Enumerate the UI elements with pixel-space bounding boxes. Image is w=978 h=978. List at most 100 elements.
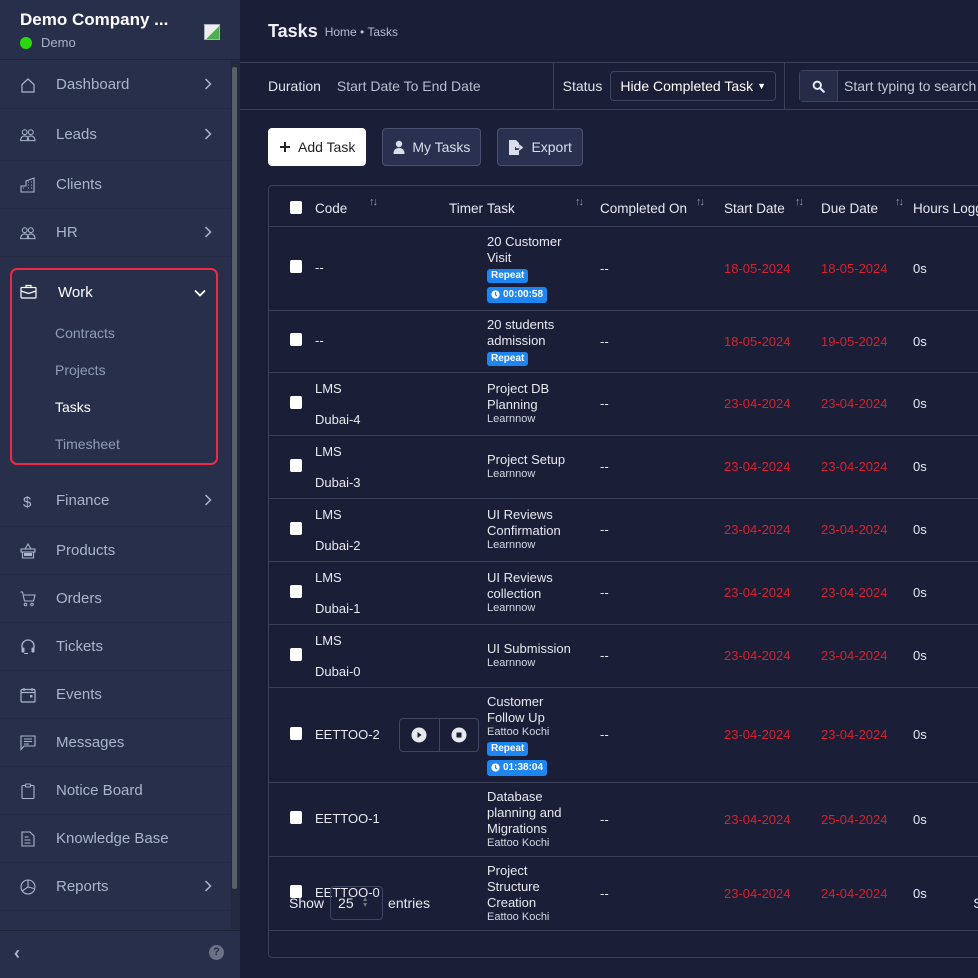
task-cell[interactable]: Database planning and Migrations Eattoo Koc… [487,782,600,857]
sort-icon[interactable]: ↑↓ [696,196,705,208]
sidebar-item-leads[interactable]: Leads [0,109,232,161]
select-all-checkbox[interactable] [290,200,302,214]
row-select-cell [269,782,315,857]
sidebar-subitem-tasks[interactable]: Tasks [12,388,216,425]
sidebar-item-notice-board[interactable]: Notice Board [0,767,232,815]
task-cell[interactable]: UI Submission Learnnow [487,624,600,688]
sidebar-item-label: Notice Board [56,782,143,799]
start-date-cell: 23-04-2024 [724,624,821,688]
task-code-line: LMS [315,443,342,459]
column-start-date[interactable]: Start Date ↑↓ [724,186,821,227]
sidebar-item-reports[interactable]: Reports [0,863,232,911]
sidebar-item-work[interactable]: Work [12,270,216,314]
running-timer-value: 01:38:04 [503,761,544,773]
table-row[interactable]: LMS Dubai-0 UI Submission Learnnow -- 23-04-2… [269,624,978,688]
hours-logged-cell: 0s [913,782,978,857]
sidebar-item-products[interactable]: Products [0,527,232,575]
main-content: Tasks Home • Tasks Duration Start Date T… [240,0,978,978]
dollar-icon: $ [20,493,36,509]
sidebar-item-label: Leads [56,126,97,143]
task-cell[interactable]: UI Reviews collection Learnnow [487,561,600,625]
hours-logged-cell: 0s [913,498,978,562]
row-checkbox[interactable] [290,521,302,535]
sort-icon[interactable]: ↑↓ [575,196,584,208]
breadcrumb[interactable]: Home • Tasks [325,25,398,39]
row-checkbox[interactable] [290,333,302,346]
start-timer-button[interactable] [400,718,440,751]
table-row[interactable]: EETTOO-2 Customer Follow Up Eattoo Kochi Rep… [269,687,978,783]
row-checkbox[interactable] [290,726,302,740]
export-button[interactable]: Export [497,128,583,166]
sidebar-item-finance[interactable]: $ Finance [0,475,232,527]
page-length-select[interactable]: 25 ▲ ▼ [330,886,384,920]
table-row[interactable]: LMS Dubai-4 Project DB Planning Learnnow -- 23… [269,372,978,436]
sidebar-subitem-projects[interactable]: Projects [12,351,216,388]
stop-timer-button[interactable] [440,719,479,751]
table-row[interactable]: LMS Dubai-3 Project Setup Learnnow -- 23-04-2… [269,435,978,499]
home-icon [20,77,36,93]
table-row[interactable]: -- 20 students admission Repeat -- 18-05-2024… [269,310,978,373]
sidebar-item-tickets[interactable]: Tickets [0,623,232,671]
sort-icon[interactable]: ↑↓ [369,196,378,208]
search-input[interactable] [838,78,978,94]
sidebar-item-messages[interactable]: Messages [0,719,232,767]
task-cell[interactable]: 20 students admission Repeat [487,310,600,373]
row-checkbox[interactable] [290,458,302,472]
scroll-thumb[interactable] [232,67,237,889]
start-date-cell: 23-04-2024 [724,435,821,499]
help-icon[interactable]: ? [209,945,224,960]
sidebar-item-orders[interactable]: Orders [0,575,232,623]
column-due-date[interactable]: Due Date ↑↓ [821,186,913,227]
message-icon [20,734,36,751]
row-checkbox[interactable] [290,260,302,273]
timer-cell [395,310,487,373]
column-code[interactable]: Code ↑↓ [315,186,395,227]
row-checkbox[interactable] [290,647,302,661]
row-checkbox[interactable] [290,395,302,409]
table-row[interactable]: LMS Dubai-1 UI Reviews collection Learnnow --… [269,561,978,625]
task-cell[interactable]: Project Setup Learnnow [487,435,600,499]
collapse-sidebar-icon[interactable]: ‹ [14,943,20,964]
task-cell[interactable]: Project DB Planning Learnnow [487,372,600,436]
sidebar-item-knowledge-base[interactable]: Knowledge Base [0,815,232,863]
task-cell[interactable]: Customer Follow Up Eattoo Kochi Repeat 01:38… [487,687,600,783]
chevron-right-icon [204,879,212,895]
task-cell[interactable]: UI Reviews Confirmation Learnnow [487,498,600,562]
sidebar-scrollbar[interactable] [231,61,240,929]
sidebar-item-dashboard[interactable]: Dashboard [0,61,232,109]
task-cell[interactable]: 20 Customer Visit Repeat 00:00:58 [487,226,600,311]
task-name-line: Planning [487,397,538,412]
row-checkbox[interactable] [290,811,302,824]
table-row[interactable]: -- 20 Customer Visit Repeat 00:00:58 -- 18-05-… [269,226,978,311]
sidebar: Demo Company ... Demo Dashboard Leads Clie… [0,0,240,978]
status-filter: Status Hide Completed Task ▼ [554,63,785,109]
task-code-line: LMS [315,380,342,396]
add-task-button[interactable]: Add Task [268,128,367,166]
clock-icon [491,290,500,299]
task-project: Eattoo Kochi [487,725,550,738]
my-tasks-button[interactable]: My Tasks [382,128,482,166]
sidebar-subitem-timesheet[interactable]: Timesheet [12,425,216,462]
task-project: Eattoo Kochi [487,836,550,849]
sidebar-item-clients[interactable]: Clients [0,161,232,209]
status-select[interactable]: Hide Completed Task ▼ [610,71,777,101]
column-hours-logged[interactable]: Hours Logged [913,186,978,227]
table-row[interactable]: LMS Dubai-2 UI Reviews Confirmation Learnnow… [269,498,978,562]
column-task[interactable]: Task ↑↓ [487,186,600,227]
sidebar-item-hr[interactable]: HR [0,209,232,257]
basket-icon [20,542,36,559]
sidebar-item-events[interactable]: Events [0,671,232,719]
sidebar-subitem-contracts[interactable]: Contracts [12,314,216,351]
code-cell: EETTOO-1 [315,782,395,857]
users-icon [20,225,36,241]
column-completed-on[interactable]: Completed On ↑↓ [600,186,724,227]
page-header: Tasks Home • Tasks [240,0,978,62]
timer-cell [395,498,487,562]
sort-icon[interactable]: ↑↓ [795,196,804,208]
duration-value[interactable]: Start Date To End Date [337,78,481,94]
row-checkbox[interactable] [290,584,302,598]
sort-icon[interactable]: ↑↓ [895,196,904,208]
duration-filter[interactable]: Duration Start Date To End Date [240,63,554,109]
table-row[interactable]: EETTOO-1 Database planning and Migrations Ea… [269,782,978,857]
page-title: Tasks [268,20,318,41]
